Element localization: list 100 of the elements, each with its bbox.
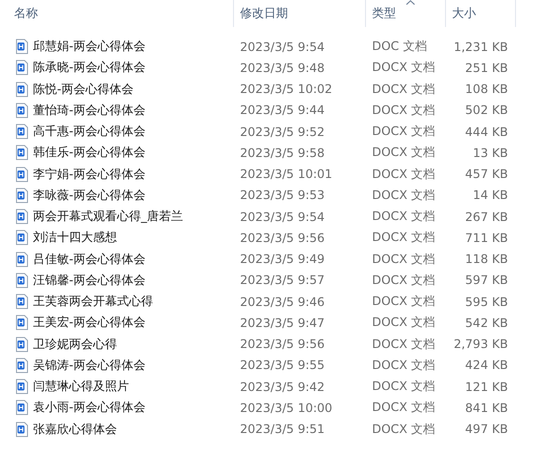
file-name[interactable]: 陈悦-两会心得体会 xyxy=(33,80,134,98)
file-name[interactable]: 两会开幕式观看心得_唐若兰 xyxy=(33,208,183,226)
file-name[interactable]: 刘洁十四大感想 xyxy=(33,229,117,246)
document-icon xyxy=(16,60,28,76)
document-icon xyxy=(16,102,28,118)
file-type: DOCX 文档 xyxy=(371,356,436,374)
modified-date: 2023/3/5 9:53 xyxy=(239,188,326,202)
file-size: 108 KB xyxy=(465,82,509,96)
document-icon xyxy=(16,336,28,352)
document-icon xyxy=(16,358,28,373)
file-type: DOCX 文档 xyxy=(371,378,436,396)
file-size: 497 KB xyxy=(465,422,509,436)
file-name[interactable]: 闫慧琳心得及照片 xyxy=(33,378,129,396)
modified-date: 2023/3/5 10:02 xyxy=(239,82,334,96)
document-icon xyxy=(16,188,28,203)
document-icon xyxy=(16,39,28,54)
document-icon xyxy=(16,209,28,224)
file-size: 444 KB xyxy=(465,124,509,139)
file-name[interactable]: 卫珍妮两会心得 xyxy=(33,336,117,353)
file-size: 457 KB xyxy=(465,167,509,182)
file-size: 542 KB xyxy=(465,316,509,330)
file-type: DOCX 文档 xyxy=(371,186,436,204)
modified-date: 2023/3/5 9:49 xyxy=(239,252,326,266)
document-icon xyxy=(16,230,28,246)
file-type: DOCX 文档 xyxy=(371,102,436,119)
file-type: DOCX 文档 xyxy=(371,293,436,310)
document-icon xyxy=(16,422,28,437)
column-header[interactable]: 名称 xyxy=(12,0,234,27)
file-name[interactable]: 邱慧娟-两会心得体会 xyxy=(33,38,146,56)
document-icon xyxy=(16,294,28,310)
file-type: DOCX 文档 xyxy=(371,59,436,76)
modified-date: 2023/3/5 9:42 xyxy=(239,380,326,394)
file-type: DOCX 文档 xyxy=(371,144,436,162)
file-name[interactable]: 袁小雨-两会心得体会 xyxy=(33,399,146,416)
modified-date: 2023/3/5 9:51 xyxy=(239,422,326,436)
modified-date: 2023/3/5 10:01 xyxy=(239,167,334,182)
modified-date: 2023/3/5 9:47 xyxy=(239,316,326,330)
document-icon xyxy=(16,82,28,97)
file-type: DOCX 文档 xyxy=(371,420,436,438)
file-size: 118 KB xyxy=(465,252,509,266)
file-size: 13 KB xyxy=(472,146,509,160)
file-size: 1,231 KB xyxy=(454,40,509,54)
file-size: 14 KB xyxy=(472,188,509,202)
modified-date: 2023/3/5 9:56 xyxy=(239,230,326,245)
file-size: 424 KB xyxy=(465,358,509,372)
file-name[interactable]: 董怡琦-两会心得体会 xyxy=(33,102,146,119)
file-name[interactable]: 李宁娟-两会心得体会 xyxy=(33,166,146,183)
column-header[interactable]: 类型 xyxy=(366,0,446,27)
file-size: 267 KB xyxy=(465,210,509,224)
modified-date: 2023/3/5 9:46 xyxy=(239,294,326,309)
file-type: DOCX 文档 xyxy=(371,250,436,268)
file-size: 502 KB xyxy=(465,103,509,118)
document-icon xyxy=(16,400,28,416)
file-type: DOCX 文档 xyxy=(371,336,436,353)
file-type: DOCX 文档 xyxy=(371,80,436,98)
file-size: 595 KB xyxy=(465,294,509,309)
file-type: DOCX 文档 xyxy=(371,272,436,289)
file-name[interactable]: 张嘉欣心得体会 xyxy=(33,420,117,438)
file-size: 597 KB xyxy=(465,273,509,288)
sort-caret-icon xyxy=(406,0,414,5)
modified-date: 2023/3/5 9:57 xyxy=(239,273,326,288)
file-name[interactable]: 高千惠-两会心得体会 xyxy=(33,123,146,140)
file-name[interactable]: 韩佳乐-两会心得体会 xyxy=(33,144,146,162)
file-size: 2,793 KB xyxy=(454,337,509,352)
file-type: DOCX 文档 xyxy=(371,399,436,416)
modified-date: 2023/3/5 9:54 xyxy=(239,210,326,224)
file-name[interactable]: 汪锦馨-两会心得体会 xyxy=(33,272,146,289)
modified-date: 2023/3/5 10:00 xyxy=(239,400,334,415)
file-name[interactable]: 王美宏-两会心得体会 xyxy=(33,314,146,332)
file-type: DOCX 文档 xyxy=(371,166,436,183)
modified-date: 2023/3/5 9:56 xyxy=(239,337,326,352)
file-name[interactable]: 李咏薇-两会心得体会 xyxy=(33,186,146,204)
document-icon xyxy=(16,145,28,160)
modified-date: 2023/3/5 9:54 xyxy=(239,40,326,54)
file-name[interactable]: 王芙蓉两会开幕式心得 xyxy=(33,293,153,310)
file-size: 251 KB xyxy=(465,60,509,75)
modified-date: 2023/3/5 9:52 xyxy=(239,124,326,139)
file-type: DOCX 文档 xyxy=(371,314,436,332)
file-type: DOCX 文档 xyxy=(371,229,436,246)
document-icon xyxy=(16,379,28,394)
file-type: DOC 文档 xyxy=(371,38,428,56)
file-name[interactable]: 吕佳敏-两会心得体会 xyxy=(33,250,146,268)
document-icon xyxy=(16,272,28,288)
file-name[interactable]: 陈承晓-两会心得体会 xyxy=(33,59,146,76)
document-icon xyxy=(16,315,28,330)
file-type: DOCX 文档 xyxy=(371,123,436,140)
modified-date: 2023/3/5 9:55 xyxy=(239,358,326,372)
document-icon xyxy=(16,252,28,267)
modified-date: 2023/3/5 9:48 xyxy=(239,60,326,75)
column-header[interactable]: 修改日期 xyxy=(234,0,366,27)
modified-date: 2023/3/5 9:58 xyxy=(239,146,326,160)
document-icon xyxy=(16,166,28,182)
file-size: 841 KB xyxy=(465,400,509,415)
file-type: DOCX 文档 xyxy=(371,208,436,226)
file-name[interactable]: 吴锦涛-两会心得体会 xyxy=(33,356,146,374)
file-size: 711 KB xyxy=(465,230,509,245)
column-header[interactable]: 大小 xyxy=(446,0,516,27)
document-icon xyxy=(16,124,28,140)
file-size: 121 KB xyxy=(465,380,509,394)
modified-date: 2023/3/5 9:44 xyxy=(239,103,326,118)
